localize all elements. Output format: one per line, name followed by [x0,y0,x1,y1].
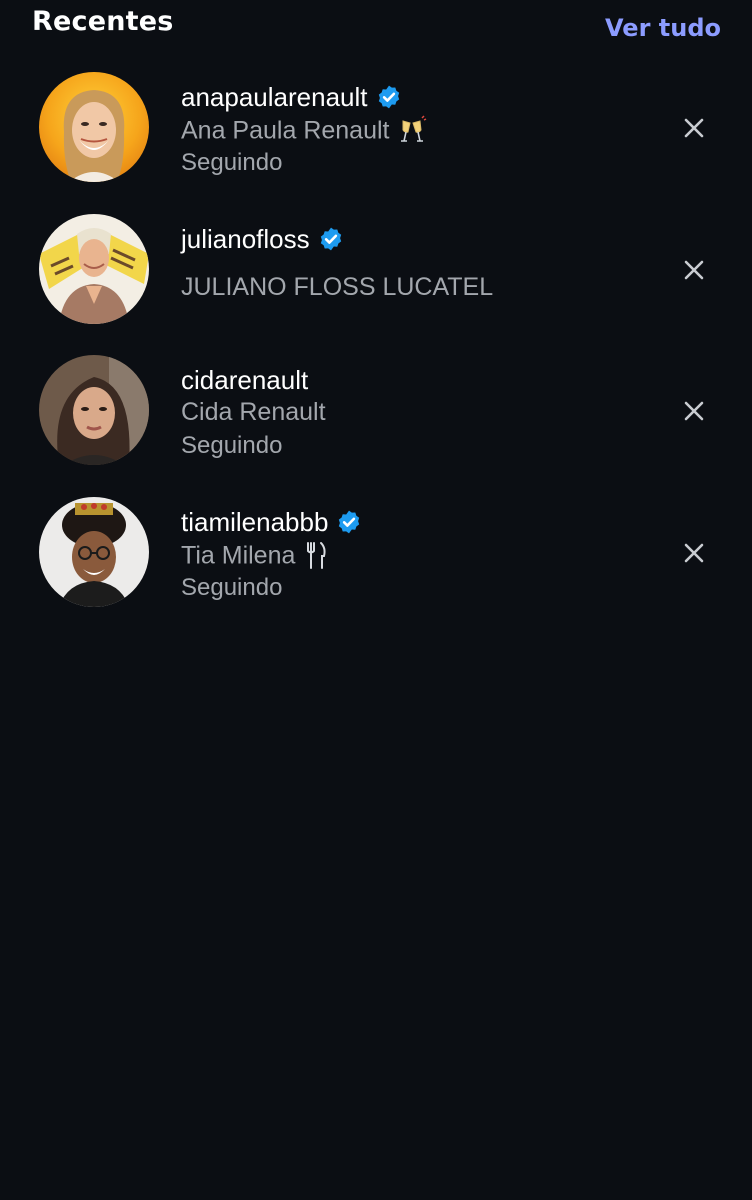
close-icon[interactable] [680,256,708,284]
avatar[interactable] [39,497,149,607]
avatar[interactable] [39,214,149,324]
verified-badge-icon [378,85,399,109]
following-status: Seguindo [181,432,283,459]
recent-searches-page: Recentes Ver tudo anapaularenault Ana Pa… [0,0,752,1200]
champagne-glasses-icon [401,115,427,143]
full-name: Tia Milena [181,539,329,570]
verified-badge-icon [339,510,360,534]
recent-item-cidarenault[interactable]: cidarenault Cida Renault Seguindo [0,345,752,475]
username: julianofloss [181,222,344,254]
username: anapaularenault [181,80,402,112]
verified-badge-icon [320,227,341,251]
full-name: Cida Renault [181,398,326,426]
recent-item-julianofloss[interactable]: julianofloss JULIANO FLOSS LUCATEL [0,204,752,334]
avatar[interactable] [39,355,149,465]
recent-item-tiamilenabbb[interactable]: tiamilenabbb Tia Milena Seguindo [0,487,752,617]
full-name: Ana Paula Renault [181,114,427,145]
username: cidarenault [181,365,309,396]
recent-item-anapaularenault[interactable]: anapaularenault Ana Paula Renault Seguin… [0,62,752,192]
following-status: Seguindo [181,149,283,176]
following-status: Seguindo [181,574,283,601]
username: tiamilenabbb [181,505,362,537]
close-icon[interactable] [680,397,708,425]
section-title: Recentes [32,6,174,37]
recents-header: Recentes Ver tudo [0,0,752,60]
see-all-link[interactable]: Ver tudo [605,14,721,42]
close-icon[interactable] [680,114,708,142]
fork-knife-icon [307,542,326,570]
full-name: JULIANO FLOSS LUCATEL [181,273,494,301]
close-icon[interactable] [680,539,708,567]
avatar[interactable] [39,72,149,182]
